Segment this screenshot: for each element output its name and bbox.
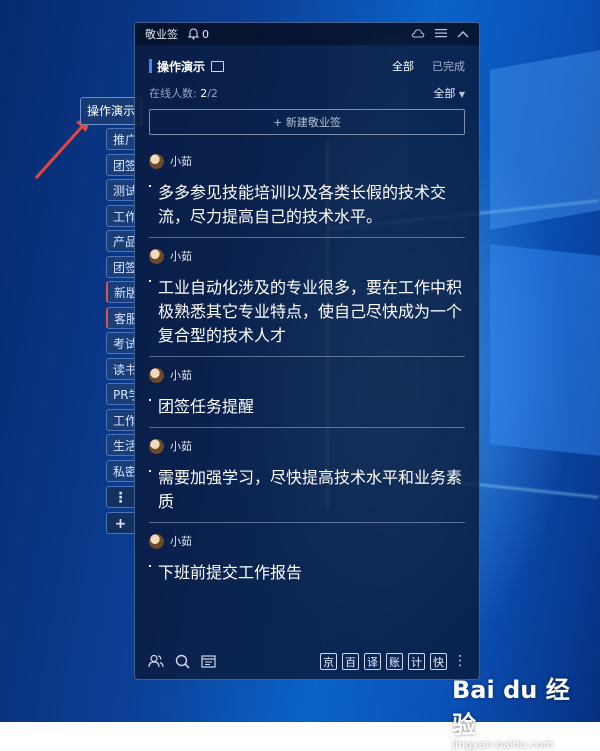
- watermark-url: jingyan.baidu.com: [452, 738, 554, 751]
- avatar: [149, 248, 164, 264]
- online-total: /2: [207, 87, 218, 100]
- author-name: 小茹: [170, 440, 192, 453]
- note-item[interactable]: 小茹 多多参见技能培训以及各类长假的技术交流，尽力提高自己的技术水平。: [149, 153, 465, 238]
- more-tabs-button[interactable]: ⋮: [106, 485, 134, 508]
- side-tab[interactable]: 团签: [106, 153, 134, 176]
- author-name: 小茹: [170, 535, 192, 548]
- footer-toolbar: 京 百 译 账 计 快 ⋮: [135, 643, 479, 679]
- calendar-icon: [200, 655, 216, 668]
- note-item[interactable]: 小茹 需要加强学习，尽快提高技术水平和业务素质: [149, 438, 465, 523]
- note-text: 多多参见技能培训以及各类长假的技术交流，尽力提高自己的技术水平。: [149, 181, 465, 229]
- note-text: 团签任务提醒: [149, 395, 465, 419]
- side-tab[interactable]: 私密: [106, 459, 134, 482]
- add-tab-button[interactable]: +: [106, 511, 134, 534]
- side-tabs: 推广 团签 测试 工作 产品 团签 新版 客服 考试 读书 PR学 工作 生活 …: [106, 128, 134, 537]
- side-tab[interactable]: 客服: [106, 306, 134, 329]
- note-author: 小茹: [149, 533, 465, 549]
- group-note-icon[interactable]: [211, 60, 225, 72]
- titlebar: 敬业签 0: [135, 23, 479, 45]
- accent-bar: [149, 59, 152, 73]
- group-header: 操作演示 全部 已完成: [149, 57, 465, 75]
- author-name: 小茹: [170, 369, 192, 382]
- wallpaper-pane-right-lower: [490, 244, 600, 456]
- side-tab[interactable]: 工作: [106, 204, 134, 227]
- watermark: Bai du 经验 jingyan.baidu.com: [452, 670, 592, 751]
- note-author: 小茹: [149, 153, 465, 169]
- note-list: 小茹 多多参见技能培训以及各类长假的技术交流，尽力提高自己的技术水平。 小茹 工…: [149, 153, 465, 603]
- note-item[interactable]: 小茹 下班前提交工作报告: [149, 533, 465, 593]
- tool-express-button[interactable]: 快: [430, 652, 447, 670]
- watermark-logo: Bai du 经验: [452, 676, 570, 739]
- author-name: 小茹: [170, 250, 192, 263]
- search-button[interactable]: [173, 652, 191, 670]
- scope-dropdown[interactable]: 全部 ▼: [433, 85, 465, 101]
- note-author: 小茹: [149, 248, 465, 264]
- note-text: 工业自动化涉及的专业很多，要在工作中积极熟悉其它专业特点，使自己尽快成为一个复合…: [149, 276, 465, 348]
- app-window: 敬业签 0 操作演示 全部 已完成 在线人数: 2/2 全部 ▼ + 新建敬业签…: [134, 22, 480, 680]
- side-tab[interactable]: 工作: [106, 408, 134, 431]
- side-tab[interactable]: 考试: [106, 332, 134, 354]
- note-item[interactable]: 小茹 工业自动化涉及的专业很多，要在工作中积极熟悉其它专业特点，使自己尽快成为一…: [149, 248, 465, 357]
- avatar: [149, 533, 164, 549]
- tool-calculator-button[interactable]: 计: [408, 652, 425, 670]
- avatar: [149, 153, 164, 169]
- more-tools-icon[interactable]: ⋮: [453, 653, 467, 669]
- group-name: 操作演示: [157, 59, 206, 74]
- new-note-button[interactable]: + 新建敬业签: [149, 109, 465, 135]
- note-item[interactable]: 小茹 团签任务提醒: [149, 367, 465, 428]
- avatar: [149, 367, 164, 383]
- notification-button[interactable]: 0: [188, 28, 209, 41]
- collapse-button[interactable]: [457, 27, 469, 41]
- filter-all[interactable]: 全部: [392, 58, 414, 74]
- side-tab[interactable]: 推广: [106, 128, 134, 150]
- online-count: 在线人数: 2/2: [149, 85, 218, 101]
- wallpaper-pane-right: [490, 50, 600, 230]
- notification-count: 0: [202, 27, 209, 41]
- menu-icon: [435, 29, 447, 38]
- side-tab[interactable]: 生活: [106, 434, 134, 456]
- members-button[interactable]: [147, 652, 165, 670]
- cloud-icon: [411, 29, 425, 38]
- chevron-up-icon: [457, 31, 469, 38]
- menu-button[interactable]: [435, 27, 447, 41]
- tool-translate-button[interactable]: 译: [364, 652, 381, 670]
- tool-jd-button[interactable]: 京: [320, 652, 337, 670]
- author-name: 小茹: [170, 155, 192, 168]
- tool-account-button[interactable]: 账: [386, 652, 403, 670]
- bell-icon: [188, 28, 199, 40]
- side-tab[interactable]: 测试: [106, 179, 134, 201]
- note-text: 需要加强学习，尽快提高技术水平和业务素质: [149, 466, 465, 514]
- side-tab[interactable]: 团签: [106, 255, 134, 278]
- side-tab[interactable]: 产品: [106, 230, 134, 252]
- search-icon: [175, 654, 190, 669]
- calendar-button[interactable]: [199, 652, 217, 670]
- side-tab-active[interactable]: 操作演示: [80, 97, 143, 125]
- side-tab[interactable]: 新版: [106, 281, 134, 303]
- note-author: 小茹: [149, 438, 465, 454]
- online-label: 在线人数:: [149, 87, 197, 100]
- note-text: 下班前提交工作报告: [149, 561, 465, 585]
- app-title: 敬业签: [145, 28, 178, 41]
- chevron-down-icon: ▼: [458, 90, 465, 99]
- side-tab[interactable]: 读书: [106, 357, 134, 380]
- tool-baidu-button[interactable]: 百: [342, 652, 359, 670]
- avatar: [149, 438, 164, 454]
- scope-value: 全部: [433, 87, 456, 100]
- side-tab[interactable]: PR学: [106, 383, 134, 405]
- note-author: 小茹: [149, 367, 465, 383]
- sync-button[interactable]: [411, 27, 425, 41]
- members-icon: [148, 654, 164, 668]
- filter-done[interactable]: 已完成: [432, 58, 465, 74]
